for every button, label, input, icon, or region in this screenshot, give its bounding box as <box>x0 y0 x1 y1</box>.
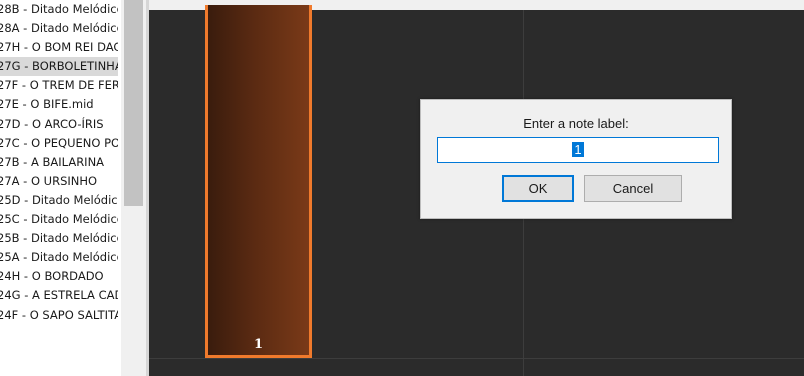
grid-line <box>149 358 804 359</box>
scrollbar-thumb[interactable] <box>124 0 143 206</box>
dialog-prompt: Enter a note label: <box>523 116 629 131</box>
list-item[interactable]: 27C - O PEQUENO POLEGAR <box>0 134 118 153</box>
list-item[interactable]: 24G - A ESTRELA CADENTE <box>0 286 118 305</box>
file-list-scrollbar[interactable] <box>121 0 146 376</box>
ok-button[interactable]: OK <box>502 175 574 202</box>
list-item[interactable]: 25B - Ditado Melódico <box>0 229 118 248</box>
list-item[interactable]: 27G - BORBOLETINHA <box>0 57 118 77</box>
list-item[interactable]: 25C - Ditado Melódico <box>0 210 118 229</box>
list-item[interactable]: 25D - Ditado Melódico <box>0 191 118 210</box>
list-item[interactable]: 27H - O BOM REI DAGOBERTO <box>0 38 118 57</box>
list-item[interactable]: 24F - O SAPO SALTITANTE <box>0 306 118 325</box>
note-block[interactable]: 1 <box>205 5 312 358</box>
list-item[interactable]: 24H - O BORDADO <box>0 267 118 286</box>
input-value: 1 <box>572 142 584 157</box>
list-item[interactable]: 27A - O URSINHO <box>0 172 118 191</box>
list-item[interactable]: 27E - O BIFE.mid <box>0 95 118 114</box>
note-label-input[interactable]: 1 <box>437 137 719 163</box>
list-item[interactable]: 27D - O ARCO-ÍRIS <box>0 115 118 134</box>
list-item[interactable]: 25A - Ditado Melódico <box>0 248 118 267</box>
list-item[interactable]: 28A - Ditado Melódico <box>0 19 118 38</box>
list-item[interactable]: 27F - O TREM DE FERRO <box>0 76 118 95</box>
list-item[interactable]: 27B - A BAILARINA <box>0 153 118 172</box>
list-item[interactable]: 28B - Ditado Melódico <box>0 0 118 19</box>
cancel-button[interactable]: Cancel <box>584 175 682 202</box>
note-label-dialog: Enter a note label: 1 OK Cancel <box>420 99 732 219</box>
note-number: 1 <box>253 337 264 352</box>
